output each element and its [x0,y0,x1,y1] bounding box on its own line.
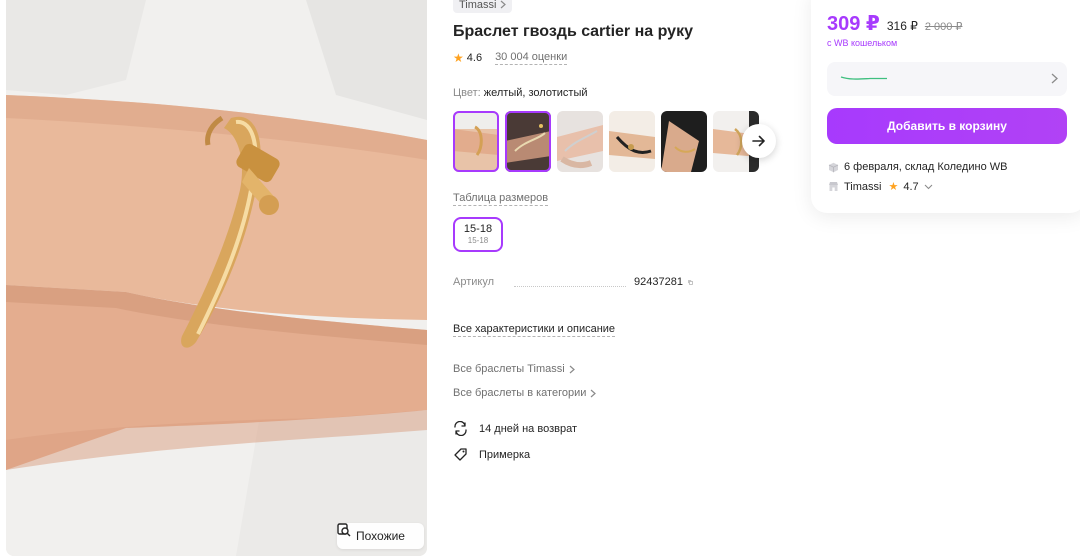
shop-icon [829,182,838,191]
search-similar-icon [337,523,351,537]
star-icon: ★ [453,51,464,65]
product-title: Браслет гвоздь cartier на руку [453,23,693,40]
wallet-note: с WB кошельком [827,38,898,48]
chevron-right-icon [590,389,597,397]
size-label: 15-18 [463,223,493,235]
variant-thumbnail[interactable] [557,111,603,172]
wallet-price: 309 ₽ [827,13,880,35]
variant-thumbnail[interactable] [453,111,499,172]
fitting-feature: Примерка [453,447,530,462]
delivery-text: 6 февраля, склад Коледино WB [844,161,1008,173]
rating-value: 4.6 [466,52,483,64]
all-brand-bracelets-link[interactable]: Все браслеты Timassi [453,363,575,375]
article-row: Артикул 92437281 [453,276,693,288]
chevron-down-icon [924,184,933,189]
variant-thumbnail[interactable] [661,111,707,172]
box-icon [828,162,839,172]
article-dots-divider [514,279,627,287]
thumbnails-next-button[interactable] [742,124,776,158]
tag-icon [454,448,467,461]
variant-thumbnail[interactable] [609,111,655,172]
product-rating: ★ 4.6 30 004 оценки [453,51,568,65]
price-row: 309 ₽ 316 ₽ 2 000 ₽ [827,11,962,36]
color-selection-label: Цвет: желтый, золотистый [453,87,588,99]
seller-rating: 4.7 [903,180,919,193]
copy-icon[interactable] [688,277,693,288]
brand-link[interactable]: Timassi [453,0,513,13]
payment-logo-icon [840,76,887,80]
return-icon [454,421,467,436]
similar-button-label: Похожие [356,529,405,543]
size-option-selected[interactable]: 15-18 15-18 [453,217,503,252]
all-category-bracelets-link[interactable]: Все браслеты в категории [453,387,597,399]
all-brand-bracelets-label: Все браслеты Timassi [453,363,565,375]
reviews-link[interactable]: 30 004 оценки [495,51,568,65]
fitting-label: Примерка [479,448,531,461]
product-photo-image [6,0,427,556]
chevron-right-icon [501,0,507,9]
similar-button[interactable]: Похожие [337,523,424,549]
size-table-link[interactable]: Таблица размеров [453,192,549,206]
variant-thumbnail[interactable] [505,111,551,172]
regular-price: 316 ₽ [886,19,918,33]
chevron-right-icon [569,365,575,373]
arrow-right-icon [752,135,765,147]
seller-name: Timassi [844,180,882,193]
article-label: Артикул [453,276,495,288]
all-category-bracelets-label: Все браслеты в категории [453,387,587,399]
seller-info[interactable]: Timassi ★ 4.7 [828,180,933,193]
add-to-cart-button[interactable]: Добавить в корзину [827,108,1067,144]
article-value: 92437281 [634,276,683,288]
chevron-right-icon [1051,73,1058,84]
payment-method-selector[interactable] [827,62,1067,96]
return-policy-feature: 14 дней на возврат [453,421,577,436]
brand-name: Timassi [459,0,497,11]
star-icon: ★ [888,181,899,193]
price-card: 309 ₽ 316 ₽ 2 000 ₽ с WB кошельком Добав… [811,0,1080,213]
color-label: Цвет: [453,87,481,99]
old-price: 2 000 ₽ [924,21,963,33]
color-value: желтый, золотистый [483,87,588,99]
color-variant-thumbnails [453,111,759,172]
product-main-photo[interactable]: Похожие [6,0,427,556]
size-sublabel: 15-18 [467,236,489,245]
all-characteristics-link[interactable]: Все характеристики и описание [453,323,616,337]
delivery-info: 6 февраля, склад Коледино WB [828,161,1007,173]
return-policy-label: 14 дней на возврат [479,422,577,435]
